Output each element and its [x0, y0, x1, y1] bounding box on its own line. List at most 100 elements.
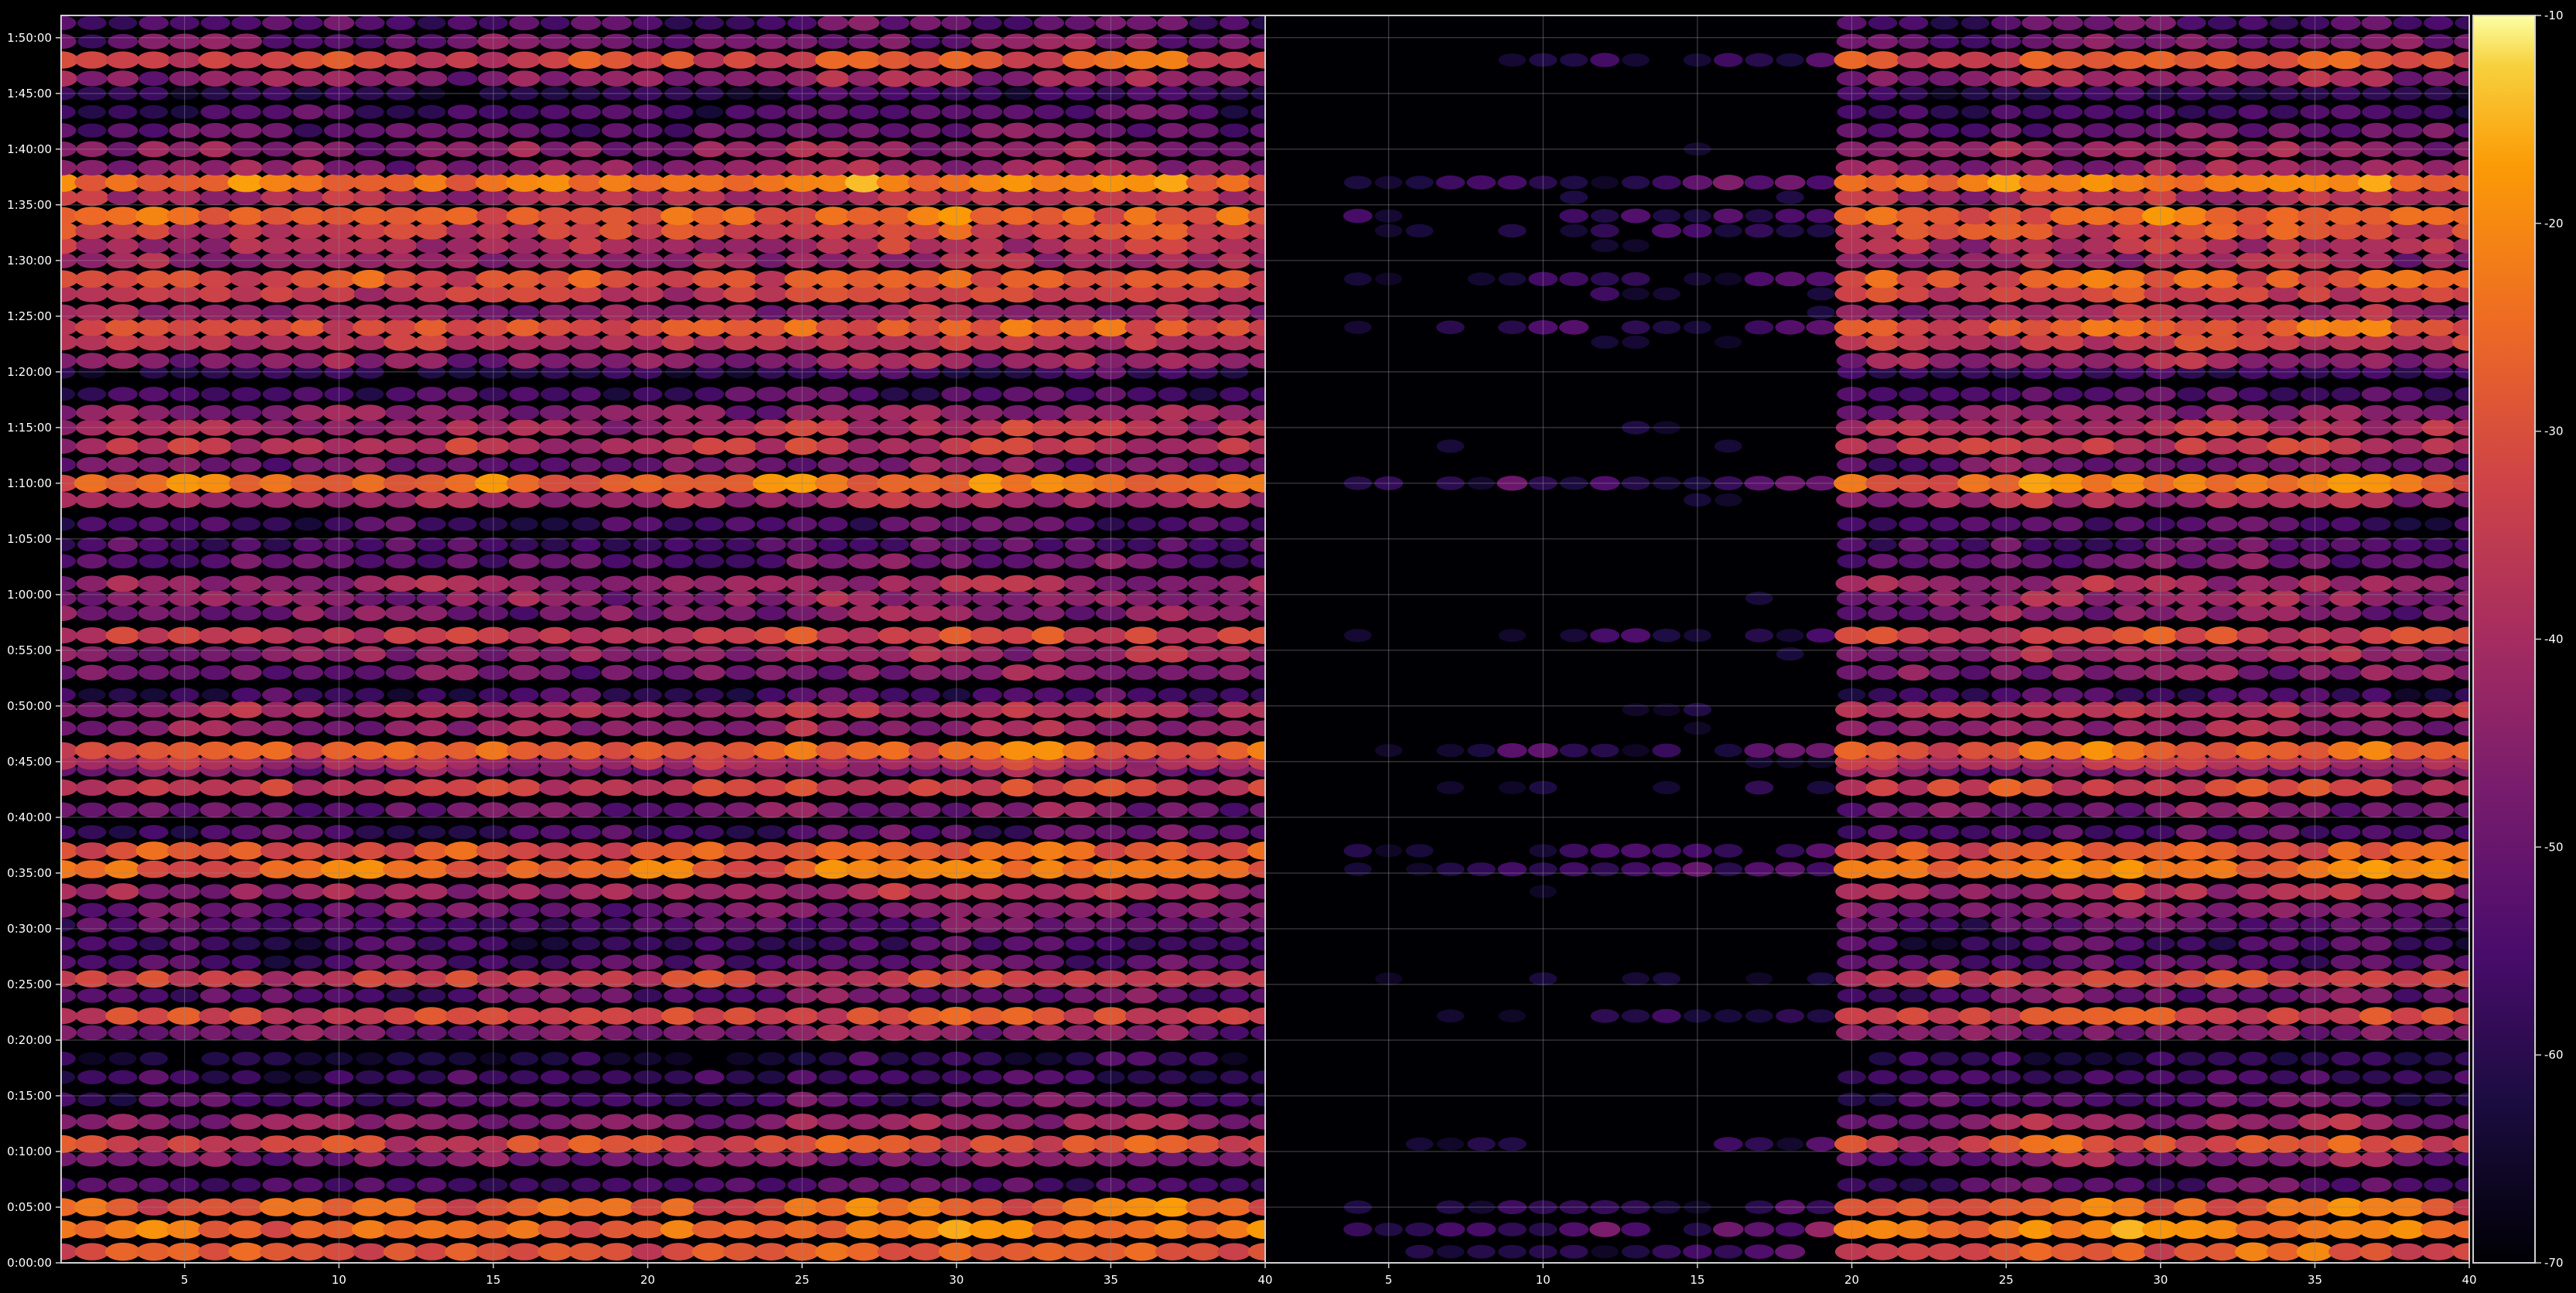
y-tick-label: 0:10:00	[7, 1145, 52, 1158]
heatmap-cell	[2049, 841, 2086, 860]
heatmap-cell	[201, 537, 230, 551]
heatmap-cell	[694, 457, 725, 473]
heatmap-cell	[2206, 237, 2239, 254]
heatmap-cell	[415, 1135, 449, 1153]
heatmap-cell	[539, 606, 571, 621]
heatmap-cell	[725, 1025, 756, 1041]
heatmap-cell	[847, 237, 881, 254]
heatmap-cell	[691, 206, 728, 225]
heatmap-cell	[878, 491, 912, 509]
heatmap-cell	[2331, 802, 2361, 817]
heatmap-cell	[1898, 33, 1929, 49]
heatmap-cell	[77, 917, 107, 933]
heatmap-cell	[1926, 173, 1962, 192]
heatmap-cell	[2081, 779, 2116, 797]
heatmap-cell	[2082, 304, 2115, 321]
heatmap-cell	[2204, 51, 2240, 70]
heatmap-cell	[1621, 1222, 1651, 1237]
heatmap-cell	[2391, 304, 2424, 321]
heatmap-cell	[2424, 387, 2453, 401]
heatmap-cell	[722, 1220, 759, 1239]
heatmap-cell	[355, 1092, 384, 1107]
heatmap-cell	[2111, 1242, 2148, 1261]
heatmap-cell	[2176, 1092, 2206, 1107]
heatmap-cell	[1124, 626, 1159, 644]
heatmap-cell	[725, 387, 756, 402]
heatmap-cell	[355, 917, 385, 933]
heatmap-cell	[537, 51, 572, 69]
heatmap-cell	[2269, 917, 2299, 933]
heatmap-cell	[293, 1092, 323, 1107]
heatmap-cell	[2051, 779, 2085, 797]
heatmap-cell	[1220, 1092, 1249, 1107]
heatmap-cell	[136, 1243, 172, 1261]
heatmap-cell	[2052, 33, 2084, 49]
heatmap-cell	[2237, 353, 2269, 369]
heatmap-cell	[970, 206, 1005, 225]
heatmap-cell	[1497, 743, 1527, 758]
heatmap-cell	[354, 591, 385, 606]
heatmap-cell	[354, 902, 385, 918]
heatmap-cell	[2423, 954, 2455, 971]
y-tick-label: 1:00:00	[7, 588, 52, 602]
heatmap-cell	[77, 606, 107, 621]
heatmap-cell	[1031, 1220, 1067, 1239]
heatmap-cell	[817, 902, 848, 918]
heatmap-cell	[2080, 269, 2117, 288]
heatmap-cell	[1219, 917, 1250, 933]
heatmap-cell	[260, 842, 295, 860]
heatmap-cell	[848, 15, 880, 31]
heatmap-cell	[2053, 1070, 2083, 1084]
heatmap-cell	[1062, 206, 1098, 226]
heatmap-cell	[539, 802, 571, 818]
heatmap-cell	[1590, 1008, 1619, 1023]
heatmap-cell	[415, 575, 449, 592]
heatmap-cell	[2422, 664, 2455, 681]
heatmap-cell	[2022, 104, 2052, 119]
heatmap-cell	[2267, 51, 2301, 69]
heatmap-cell	[816, 159, 850, 176]
heatmap-cell	[2083, 1092, 2114, 1107]
heatmap-cell	[909, 1025, 942, 1041]
heatmap-cell	[540, 104, 570, 120]
heatmap-cell	[231, 1178, 261, 1192]
heatmap-cell	[1929, 405, 1960, 421]
heatmap-cell	[1927, 626, 1961, 644]
heatmap-cell	[1929, 917, 1960, 933]
heatmap-cell	[2083, 883, 2115, 900]
heatmap-cell	[2113, 304, 2147, 321]
heatmap-cell	[694, 936, 725, 951]
heatmap-cell	[1002, 988, 1034, 1004]
heatmap-cell	[2020, 1113, 2054, 1131]
heatmap-cell	[571, 606, 602, 621]
heatmap-cell	[2083, 802, 2114, 818]
heatmap-cell	[908, 1007, 943, 1025]
heatmap-cell	[106, 437, 140, 455]
heatmap-cell	[570, 1025, 602, 1041]
heatmap-cell	[2424, 537, 2453, 552]
heatmap-cell	[1218, 333, 1251, 351]
heatmap-cell	[537, 742, 573, 759]
heatmap-cell	[2329, 285, 2363, 302]
heatmap-cell	[1899, 457, 1929, 473]
heatmap-cell	[1032, 575, 1066, 592]
heatmap-cell	[755, 720, 787, 736]
heatmap-cell	[1652, 1244, 1681, 1259]
heatmap-cell	[539, 575, 571, 592]
heatmap-cell	[385, 646, 416, 662]
heatmap-cell	[1744, 1222, 1775, 1237]
heatmap-cell	[1927, 1008, 1961, 1025]
heatmap-cell	[1219, 33, 1250, 49]
heatmap-cell	[1868, 1070, 1898, 1085]
heatmap-cell	[2083, 720, 2114, 736]
heatmap-cell	[2206, 954, 2238, 970]
heatmap-cell	[385, 457, 416, 473]
y-tick-label: 1:45:00	[7, 87, 52, 101]
heatmap-cell	[1063, 883, 1097, 900]
heatmap-cell	[231, 606, 261, 621]
heatmap-cell	[2019, 841, 2055, 860]
heatmap-cell	[847, 779, 881, 797]
heatmap-cell	[817, 954, 848, 970]
heatmap-cell	[691, 970, 728, 988]
heatmap-cell	[2175, 646, 2207, 662]
